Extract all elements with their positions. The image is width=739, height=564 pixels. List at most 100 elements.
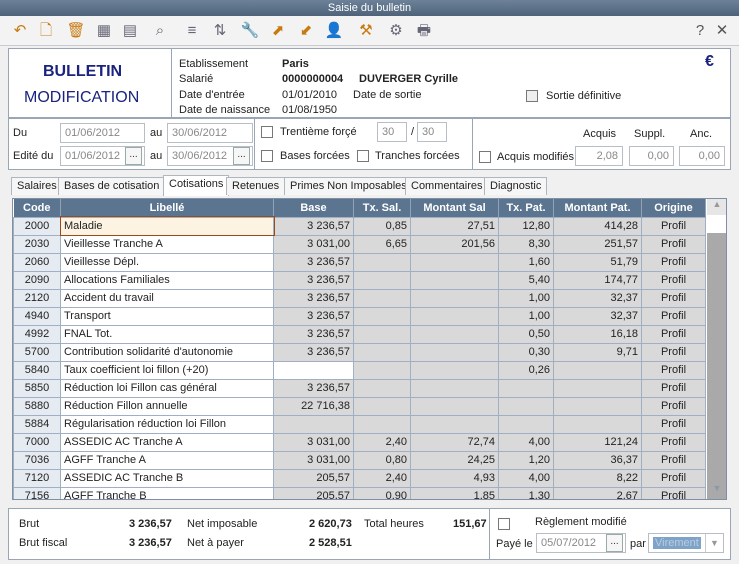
- cell[interactable]: 0,26: [498, 360, 554, 380]
- column-header[interactable]: Tx. Pat.: [498, 199, 554, 217]
- sortie-definitive-checkbox[interactable]: [526, 90, 538, 102]
- cell[interactable]: 5884: [13, 414, 61, 434]
- import-icon[interactable]: ⬋: [296, 21, 316, 41]
- cell[interactable]: 27,51: [410, 216, 499, 236]
- cell[interactable]: Réduction Fillon annuelle: [60, 396, 274, 416]
- cell[interactable]: [498, 396, 554, 416]
- paye-le-picker-button[interactable]: ...: [606, 534, 623, 552]
- cell[interactable]: 2120: [13, 288, 61, 308]
- cell[interactable]: Profil: [641, 468, 706, 488]
- cell[interactable]: 3 031,00: [273, 432, 354, 452]
- suppl-input[interactable]: 0,00: [629, 146, 674, 166]
- cell[interactable]: [353, 414, 411, 434]
- column-header[interactable]: Code: [13, 199, 61, 217]
- cell[interactable]: 4,93: [410, 468, 499, 488]
- cell[interactable]: [353, 396, 411, 416]
- search-icon[interactable]: ⌕: [150, 21, 170, 41]
- cell[interactable]: Profil: [641, 360, 706, 380]
- settings-icon[interactable]: ⚙: [386, 21, 406, 41]
- trash-icon[interactable]: 🗑: [66, 21, 86, 41]
- scroll-down-icon[interactable]: ▼: [707, 483, 726, 499]
- cell[interactable]: 3 236,57: [273, 252, 354, 272]
- cell[interactable]: [410, 270, 499, 290]
- table-row[interactable]: 7120 ASSEDIC AC Tranche B 205,57 2,40 4,93 4,…: [13, 468, 706, 488]
- cell[interactable]: 1,60: [498, 252, 554, 272]
- cell[interactable]: 5,40: [498, 270, 554, 290]
- table-row[interactable]: 5850 Réduction loi Fillon cas général 3 23…: [13, 378, 706, 398]
- cell[interactable]: 2090: [13, 270, 61, 290]
- cell[interactable]: [410, 324, 499, 344]
- sort-icon[interactable]: ⇅: [210, 21, 230, 41]
- au-input[interactable]: 30/06/2012: [167, 123, 253, 143]
- cell[interactable]: 3 031,00: [273, 450, 354, 470]
- cell[interactable]: 1,30: [498, 486, 554, 499]
- table-row[interactable]: 7000 ASSEDIC AC Tranche A3 031,00 2,40 72,7…: [13, 432, 706, 452]
- cell[interactable]: 201,56: [410, 234, 499, 254]
- trentieme-checkbox[interactable]: [261, 126, 273, 138]
- table-row[interactable]: 4940 Transport 3 236,57 1,00 32,37 Profil: [13, 306, 706, 326]
- cell[interactable]: [353, 288, 411, 308]
- cell[interactable]: Profil: [641, 378, 706, 398]
- cell[interactable]: 2060: [13, 252, 61, 272]
- cell[interactable]: Profil: [641, 234, 706, 254]
- bases-forcees-checkbox[interactable]: [261, 150, 273, 162]
- table-row[interactable]: 7156 AGFF Tranche B 205,57 0,90 1,85 1,30 2,67…: [13, 486, 706, 499]
- column-header[interactable]: Montant Pat.: [553, 199, 642, 217]
- tab-cotisations[interactable]: Cotisations: [163, 175, 230, 196]
- cell[interactable]: 4940: [13, 306, 61, 326]
- cell[interactable]: [353, 378, 411, 398]
- cell[interactable]: [353, 324, 411, 344]
- cell[interactable]: Maladie: [59, 216, 275, 236]
- cell[interactable]: FNAL Tot.: [60, 324, 274, 344]
- anc-input[interactable]: 0,00: [679, 146, 725, 166]
- table-row[interactable]: 5884 Régularisation réduction loi Fillon P…: [13, 414, 706, 434]
- tools-icon[interactable]: ⚒: [356, 21, 376, 41]
- edite-au-picker-button[interactable]: ...: [233, 147, 250, 165]
- table-row[interactable]: 2000 Maladie 3 236,57 0,85 27,51 12,80 414,28 P…: [13, 216, 706, 236]
- cell[interactable]: [410, 360, 499, 380]
- cell[interactable]: Profil: [641, 252, 706, 272]
- cell[interactable]: [410, 306, 499, 326]
- chevron-down-icon[interactable]: ▼: [705, 534, 723, 552]
- cell[interactable]: [410, 342, 499, 362]
- cell[interactable]: [353, 270, 411, 290]
- cell[interactable]: 51,79: [553, 252, 642, 272]
- trentieme-num-input[interactable]: 30: [377, 122, 407, 142]
- cell[interactable]: Vieillesse Dépl.: [60, 252, 274, 272]
- cell[interactable]: 414,28: [553, 216, 642, 236]
- cell[interactable]: 9,71: [553, 342, 642, 362]
- cell[interactable]: Profil: [641, 342, 706, 362]
- cell[interactable]: Profil: [641, 414, 706, 434]
- close-button[interactable]: ✕: [712, 21, 732, 41]
- undo-icon[interactable]: ↶: [10, 21, 30, 41]
- cell[interactable]: 32,37: [553, 288, 642, 308]
- cell[interactable]: [273, 414, 354, 434]
- cell[interactable]: [410, 288, 499, 308]
- tab-diagnostic[interactable]: Diagnostic: [484, 177, 548, 195]
- cell[interactable]: 3 236,57: [273, 342, 354, 362]
- cell[interactable]: 3 236,57: [273, 216, 354, 236]
- table-row[interactable]: 2030 Vieillesse Tranche A3 031,00 6,65 201,…: [13, 234, 706, 254]
- cell[interactable]: [553, 396, 642, 416]
- tranches-forcees-checkbox[interactable]: [357, 150, 369, 162]
- trentieme-den-input[interactable]: 30: [417, 122, 447, 142]
- cell[interactable]: [410, 396, 499, 416]
- vertical-scrollbar[interactable]: ▲ ▼: [707, 199, 726, 499]
- cell[interactable]: Vieillesse Tranche A: [60, 234, 274, 254]
- cell[interactable]: 7036: [13, 450, 61, 470]
- cell[interactable]: [410, 252, 499, 272]
- column-header[interactable]: Montant Sal: [410, 199, 499, 217]
- cell[interactable]: 1,20: [498, 450, 554, 470]
- printer-user-icon[interactable]: 👤: [324, 21, 344, 41]
- column-header[interactable]: Tx. Sal.: [353, 199, 411, 217]
- cell[interactable]: 72,74: [410, 432, 499, 452]
- export-icon[interactable]: ⬈: [268, 21, 288, 41]
- cell[interactable]: [353, 252, 411, 272]
- cell[interactable]: 0,80: [353, 450, 411, 470]
- table-row[interactable]: 5840 Taux coefficient loi fillon (+20) 0,2…: [13, 360, 706, 380]
- cell[interactable]: 16,18: [553, 324, 642, 344]
- help-button[interactable]: ?: [690, 21, 710, 41]
- cell[interactable]: Profil: [641, 288, 706, 308]
- du-input[interactable]: 01/06/2012: [60, 123, 145, 143]
- cell[interactable]: [273, 360, 354, 380]
